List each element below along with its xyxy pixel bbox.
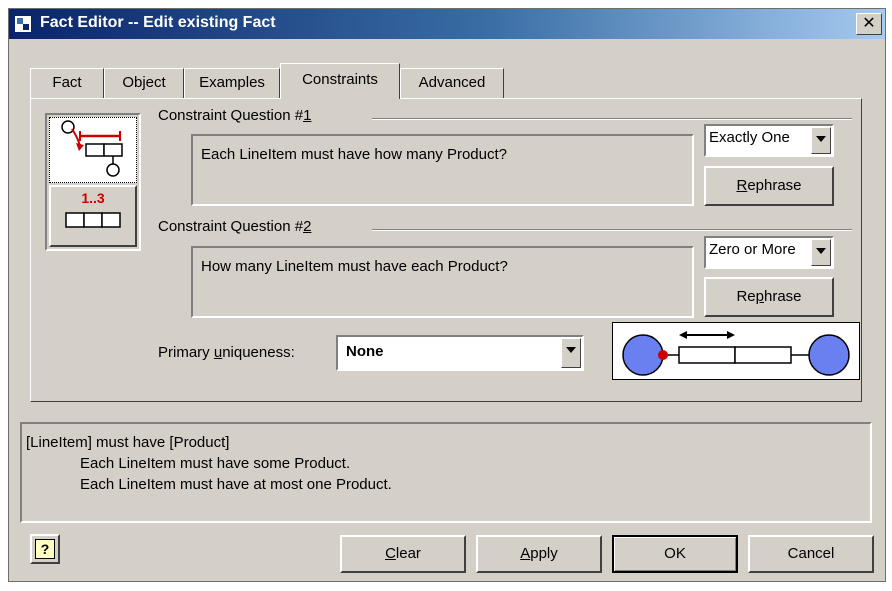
range-label: 1..3 bbox=[81, 190, 105, 206]
apply-button[interactable]: Apply bbox=[476, 535, 602, 573]
tab-examples[interactable]: Examples bbox=[184, 68, 280, 98]
tab-object[interactable]: Object bbox=[104, 68, 184, 98]
tab-constraints[interactable]: Constraints bbox=[280, 63, 400, 99]
group-divider bbox=[372, 229, 852, 231]
tab-label: Constraints bbox=[302, 71, 378, 88]
range-view-button[interactable]: 1..3 bbox=[49, 185, 137, 247]
primary-uniqueness-label: Primary uniqueness: bbox=[158, 344, 295, 361]
close-icon: ✕ bbox=[862, 15, 876, 32]
tab-advanced[interactable]: Advanced bbox=[400, 68, 504, 98]
select-value: Zero or More bbox=[709, 241, 796, 258]
tab-label: Examples bbox=[199, 74, 265, 91]
help-button[interactable]: ? bbox=[30, 534, 60, 564]
select-value: None bbox=[346, 343, 384, 360]
tab-fact[interactable]: Fact bbox=[30, 68, 104, 98]
constraint-question-1-text: Each LineItem must have how many Product… bbox=[191, 134, 694, 206]
verbalization-line: Each LineItem must have at most one Prod… bbox=[80, 476, 392, 493]
fact-type-diagram bbox=[622, 331, 850, 376]
verbalization-area: [LineItem] must have [Product] Each Line… bbox=[20, 422, 872, 523]
rephrase-2-button[interactable]: Rephrase bbox=[704, 277, 834, 317]
constraint-1-select[interactable]: Exactly One bbox=[704, 124, 834, 157]
constraint-question-1-label: Constraint Question #1 bbox=[158, 107, 312, 124]
question-text: How many LineItem must have each Product… bbox=[201, 258, 508, 275]
select-value: Exactly One bbox=[709, 129, 790, 146]
cancel-button[interactable]: Cancel bbox=[748, 535, 874, 573]
chevron-down-icon[interactable] bbox=[561, 338, 581, 368]
tab-label: Object bbox=[122, 74, 166, 91]
fact-diagram-preview bbox=[612, 322, 860, 380]
rephrase-1-button[interactable]: Rephrase bbox=[704, 166, 834, 206]
constraint-question-2-label: Constraint Question #2 bbox=[158, 218, 312, 235]
verbalization-line: Each LineItem must have some Product. bbox=[80, 455, 351, 472]
verbalization-heading: [LineItem] must have [Product] bbox=[26, 434, 230, 451]
tab-label: Advanced bbox=[418, 74, 486, 91]
group-divider bbox=[372, 118, 852, 120]
help-icon: ? bbox=[35, 539, 55, 559]
question-text: Each LineItem must have how many Product… bbox=[201, 146, 507, 163]
tab-label: Fact bbox=[52, 74, 82, 91]
chevron-down-icon[interactable] bbox=[811, 239, 831, 266]
chevron-down-icon[interactable] bbox=[811, 127, 831, 154]
app-icon bbox=[14, 15, 32, 33]
constraint-2-select[interactable]: Zero or More bbox=[704, 236, 834, 269]
close-button[interactable]: ✕ bbox=[856, 13, 882, 35]
constraint-question-2-text: How many LineItem must have each Product… bbox=[191, 246, 694, 318]
window-title: Fact Editor -- Edit existing Fact bbox=[40, 14, 276, 31]
constraint-diagram-icon bbox=[61, 120, 123, 177]
role-boxes-icon bbox=[65, 212, 121, 228]
diagram-view-button[interactable] bbox=[49, 117, 137, 183]
ok-button[interactable]: OK bbox=[612, 535, 738, 573]
clear-button[interactable]: Clear bbox=[340, 535, 466, 573]
primary-uniqueness-select[interactable]: None bbox=[336, 335, 584, 371]
